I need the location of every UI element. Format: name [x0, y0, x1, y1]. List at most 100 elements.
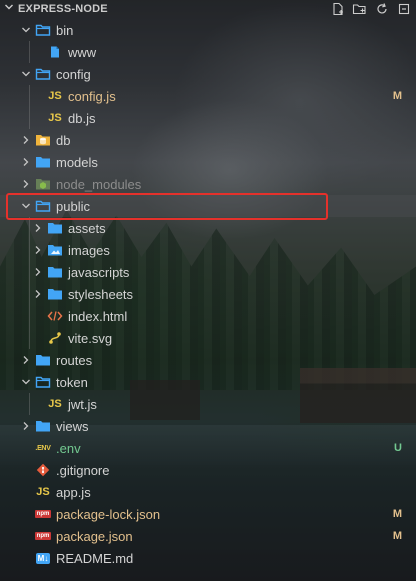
tree-item-views[interactable]: views — [0, 415, 416, 437]
collapse-all-icon[interactable] — [395, 0, 412, 17]
tree-item-label: stylesheets — [68, 286, 134, 302]
tree-item-label: bin — [56, 22, 74, 38]
tree-item-images[interactable]: images — [0, 239, 416, 261]
chevron-right-icon[interactable] — [30, 283, 46, 305]
file-icon — [46, 41, 64, 63]
indent-guide — [29, 327, 30, 349]
refresh-icon[interactable] — [373, 0, 390, 17]
chevron-down-icon[interactable] — [18, 371, 34, 393]
explorer-actions — [329, 0, 412, 17]
chevron-right-icon[interactable] — [18, 151, 34, 173]
markdown-icon-text: M↓ — [35, 552, 51, 564]
env-icon-text: .ENV — [35, 444, 51, 452]
html-icon — [46, 305, 64, 327]
folder-icon — [46, 283, 64, 305]
tree-item-config-js[interactable]: JS config.js M — [0, 85, 416, 107]
tree-item-bin[interactable]: bin — [0, 19, 416, 41]
explorer-header[interactable]: EXPRESS-NODE — [0, 0, 416, 17]
git-status-badge: M — [392, 508, 402, 520]
indent-guide — [29, 85, 30, 107]
tree-item-index-html[interactable]: index.html — [0, 305, 416, 327]
folder-open-icon — [34, 195, 52, 217]
tree-item-token[interactable]: token — [0, 371, 416, 393]
file-tree: bin www config JS config.js M JS db.js db models n… — [0, 19, 416, 569]
js-icon-text: JS — [48, 90, 62, 102]
markdown-icon: M↓ — [34, 547, 52, 569]
indent-guide — [29, 283, 30, 305]
tree-item-node-modules[interactable]: node_modules — [0, 173, 416, 195]
tree-item-vite-svg[interactable]: vite.svg — [0, 327, 416, 349]
git-status-badge: M — [392, 90, 402, 102]
tree-item-label: package.json — [56, 528, 133, 544]
tree-item-db-js[interactable]: JS db.js — [0, 107, 416, 129]
npm-icon: npm — [34, 503, 52, 525]
git-icon — [34, 459, 52, 481]
npm-icon: npm — [34, 525, 52, 547]
tree-item-label: index.html — [68, 308, 128, 324]
folder-open-icon — [34, 19, 52, 41]
tree-item-label: .env — [56, 440, 81, 456]
chevron-down-icon[interactable] — [18, 19, 34, 41]
chevron-right-icon[interactable] — [18, 173, 34, 195]
tree-item-db[interactable]: db — [0, 129, 416, 151]
tree-item-label: package-lock.json — [56, 506, 161, 522]
tree-item-label: db — [56, 132, 71, 148]
tree-item-www[interactable]: www — [0, 41, 416, 63]
chevron-down-icon[interactable] — [18, 195, 34, 217]
tree-item-routes[interactable]: routes — [0, 349, 416, 371]
tree-item-jwt-js[interactable]: JS jwt.js — [0, 393, 416, 415]
js-icon-text: JS — [36, 486, 50, 498]
chevron-right-icon[interactable] — [18, 415, 34, 437]
tree-item-label: vite.svg — [68, 330, 113, 346]
tree-item-public[interactable]: public — [0, 195, 416, 217]
chevron-right-icon[interactable] — [18, 349, 34, 371]
indent-guide — [29, 305, 30, 327]
tree-item-models[interactable]: models — [0, 151, 416, 173]
routes-folder-icon — [34, 349, 52, 371]
tree-item-readme-md[interactable]: M↓ README.md — [0, 547, 416, 569]
tree-item-env[interactable]: .ENV .env U — [0, 437, 416, 459]
chevron-down-icon[interactable] — [0, 2, 18, 15]
tree-item-config[interactable]: config — [0, 63, 416, 85]
tree-item-javascripts[interactable]: javascripts — [0, 261, 416, 283]
tree-item-label: config — [56, 66, 91, 82]
tree-item-package-json[interactable]: npm package.json M — [0, 525, 416, 547]
js-icon-text: JS — [48, 112, 62, 124]
tree-item-stylesheets[interactable]: stylesheets — [0, 283, 416, 305]
tree-item-assets[interactable]: assets — [0, 217, 416, 239]
chevron-right-icon[interactable] — [18, 129, 34, 151]
tree-item-gitignore[interactable]: .gitignore — [0, 459, 416, 481]
indent-guide — [29, 107, 30, 129]
js-icon: JS — [34, 481, 52, 503]
tree-item-app-js[interactable]: JS app.js — [0, 481, 416, 503]
tree-item-package-lock-json[interactable]: npm package-lock.json M — [0, 503, 416, 525]
chevron-right-icon[interactable] — [30, 239, 46, 261]
chevron-right-icon[interactable] — [30, 217, 46, 239]
tree-item-label: db.js — [68, 110, 96, 126]
folder-icon — [34, 415, 52, 437]
new-folder-icon[interactable] — [351, 0, 368, 17]
new-file-icon[interactable] — [329, 0, 346, 17]
folder-icon — [46, 217, 64, 239]
workspace-title: EXPRESS-NODE — [18, 2, 108, 15]
tree-item-label: www — [68, 44, 97, 60]
git-status-badge: U — [394, 442, 402, 454]
env-icon: .ENV — [34, 437, 52, 459]
tree-item-label: node_modules — [56, 176, 142, 192]
folder-icon — [34, 151, 52, 173]
node-folder-icon — [34, 173, 52, 195]
js-icon-text: JS — [48, 398, 62, 410]
image-folder-icon — [46, 239, 64, 261]
js-icon: JS — [46, 393, 64, 415]
indent-guide — [29, 261, 30, 283]
chevron-down-icon[interactable] — [18, 63, 34, 85]
chevron-right-icon[interactable] — [30, 261, 46, 283]
